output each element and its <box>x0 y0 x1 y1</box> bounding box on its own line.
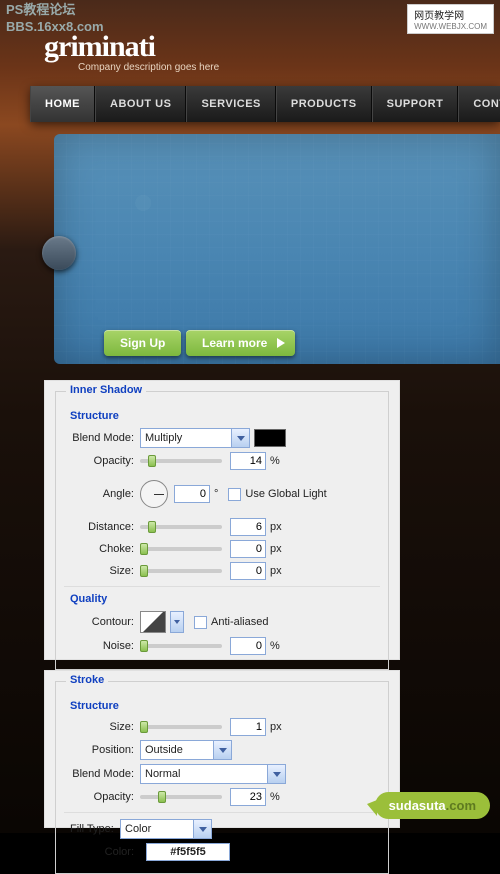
angle-dial[interactable] <box>140 480 168 508</box>
structure-label-2: Structure <box>70 700 380 712</box>
learn-more-button[interactable]: Learn more <box>186 330 295 356</box>
nav-about[interactable]: ABOUT US <box>95 86 186 122</box>
global-light-checkbox[interactable] <box>228 488 241 501</box>
nav-support[interactable]: SUPPORT <box>372 86 459 122</box>
chevron-down-icon <box>193 820 211 838</box>
size-unit: px <box>270 565 282 577</box>
filltype-select[interactable]: Color <box>120 819 212 839</box>
position-label: Position: <box>64 744 140 756</box>
angle-unit: ° <box>214 488 218 500</box>
arrow-right-icon <box>277 338 285 348</box>
distance-slider[interactable] <box>140 525 222 529</box>
structure-label: Structure <box>70 410 380 422</box>
stroke-size-unit: px <box>270 721 282 733</box>
nav-home[interactable]: HOME <box>30 86 95 122</box>
stroke-size-input[interactable] <box>230 718 266 736</box>
distance-label: Distance: <box>64 521 140 533</box>
noise-unit: % <box>270 640 280 652</box>
size-slider[interactable] <box>140 569 222 573</box>
noise-slider[interactable] <box>140 644 222 648</box>
choke-input[interactable] <box>230 540 266 558</box>
angle-label: Angle: <box>64 488 140 500</box>
contour-label: Contour: <box>64 616 140 628</box>
filltype-label: Fill Type: <box>64 823 120 835</box>
contour-swatch[interactable] <box>140 611 166 633</box>
choke-slider[interactable] <box>140 547 222 551</box>
size-label: Size: <box>64 565 140 577</box>
opacity-slider[interactable] <box>140 459 222 463</box>
tagline: Company description goes here <box>78 62 219 73</box>
opacity-input[interactable] <box>230 452 266 470</box>
chevron-down-icon <box>267 765 285 783</box>
inner-shadow-panel: Inner Shadow Structure Blend Mode: Multi… <box>44 380 400 660</box>
opacity-label: Opacity: <box>64 455 140 467</box>
stroke-opacity-slider[interactable] <box>140 795 222 799</box>
stroke-blendmode-select[interactable]: Normal <box>140 764 286 784</box>
opacity-unit: % <box>270 455 280 467</box>
noise-input[interactable] <box>230 637 266 655</box>
blend-mode-select[interactable]: Multiply <box>140 428 250 448</box>
nav-services[interactable]: SERVICES <box>186 86 275 122</box>
signup-button[interactable]: Sign Up <box>104 330 181 356</box>
sudasuta-badge[interactable]: sudasuta.com <box>375 792 490 819</box>
slider-knob[interactable] <box>42 236 76 270</box>
contour-picker[interactable] <box>170 611 184 633</box>
stroke-opacity-label: Opacity: <box>64 791 140 803</box>
stroke-color-input[interactable]: #f5f5f5 <box>146 843 230 861</box>
chevron-down-icon <box>231 429 249 447</box>
quality-label: Quality <box>70 593 380 605</box>
stroke-panel: Stroke Structure Size: px Position: Outs… <box>44 670 400 828</box>
distance-unit: px <box>270 521 282 533</box>
position-select[interactable]: Outside <box>140 740 232 760</box>
choke-label: Choke: <box>64 543 140 555</box>
chevron-down-icon <box>213 741 231 759</box>
nav-contact[interactable]: CONTACT <box>458 86 500 122</box>
stroke-opacity-input[interactable] <box>230 788 266 806</box>
stroke-opacity-unit: % <box>270 791 280 803</box>
watermark-right: 网页教学网WWW.WEBJX.COM <box>407 4 494 34</box>
stroke-title: Stroke <box>66 674 108 686</box>
watermark-left: PS教程论坛BBS.16xx8.com <box>6 2 104 36</box>
main-nav: HOME ABOUT US SERVICES PRODUCTS SUPPORT … <box>30 86 500 122</box>
antialiased-label: Anti-aliased <box>211 616 268 628</box>
antialiased-checkbox[interactable] <box>194 616 207 629</box>
angle-input[interactable] <box>174 485 210 503</box>
distance-input[interactable] <box>230 518 266 536</box>
nav-products[interactable]: PRODUCTS <box>276 86 372 122</box>
stroke-size-slider[interactable] <box>140 725 222 729</box>
choke-unit: px <box>270 543 282 555</box>
size-input[interactable] <box>230 562 266 580</box>
stroke-color-label: Color: <box>64 846 140 858</box>
noise-label: Noise: <box>64 640 140 652</box>
stroke-size-label: Size: <box>64 721 140 733</box>
stroke-blendmode-label: Blend Mode: <box>64 768 140 780</box>
inner-shadow-title: Inner Shadow <box>66 384 146 396</box>
global-light-label: Use Global Light <box>245 488 326 500</box>
shadow-color-swatch[interactable] <box>254 429 286 447</box>
blend-mode-label: Blend Mode: <box>64 432 140 444</box>
